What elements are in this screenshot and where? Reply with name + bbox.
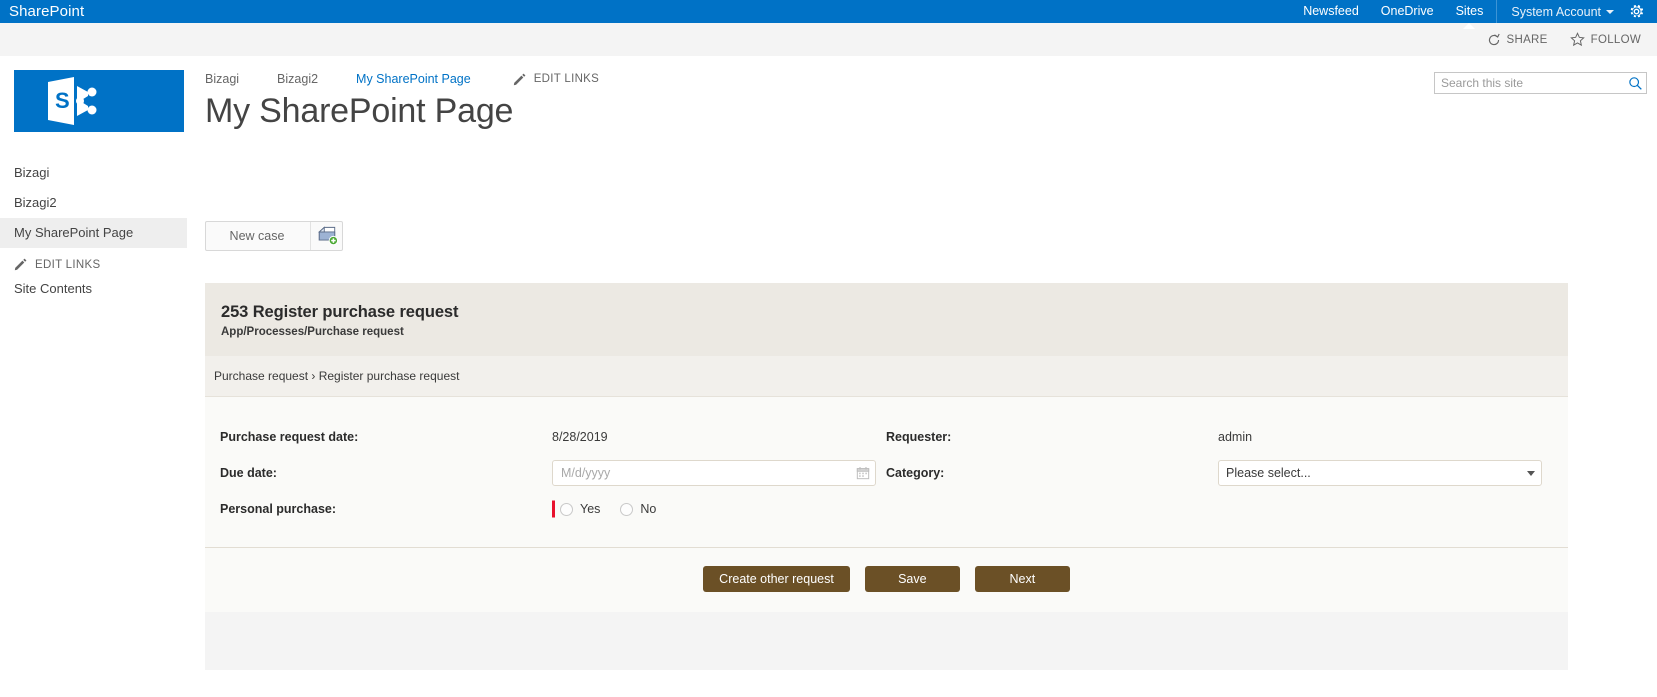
suite-bar-right: Newsfeed OneDrive Sites System Account — [1292, 0, 1657, 23]
gear-icon — [1630, 5, 1644, 18]
left-nav-list: Bizagi Bizagi2 My SharePoint Page — [0, 158, 187, 248]
suite-link-newsfeed[interactable]: Newsfeed — [1292, 0, 1370, 23]
save-button[interactable]: Save — [864, 566, 960, 592]
sidebar-edit-links-label: EDIT LINKS — [35, 258, 101, 271]
left-navigation: S Bizagi Bizagi2 My SharePoint Page EDIT… — [0, 56, 187, 697]
purchase-request-date-value-cell: 8/28/2019 — [552, 430, 885, 444]
form-subtitle: App/Processes/Purchase request — [221, 326, 404, 338]
main-content: Bizagi Bizagi2 My SharePoint Page EDIT L… — [187, 56, 1657, 697]
search-button[interactable] — [1624, 73, 1646, 93]
pencil-icon — [14, 258, 27, 271]
sidebar-item-label: My SharePoint Page — [14, 225, 134, 240]
requester-value: admin — [1218, 430, 1253, 444]
share-button[interactable]: SHARE — [1487, 33, 1548, 47]
requester-label: Requester: — [886, 430, 952, 444]
search-icon — [1628, 76, 1642, 90]
required-field-marker — [552, 500, 555, 518]
due-date-value-cell — [552, 460, 885, 486]
form-actions: Create other request Save Next — [205, 548, 1568, 612]
sidebar-item-site-contents[interactable]: Site Contents — [0, 277, 187, 303]
purchase-request-date-value: 8/28/2019 — [552, 430, 608, 444]
breadcrumb-item-my-sharepoint-page[interactable]: My SharePoint Page — [356, 72, 471, 86]
calendar-icon — [856, 467, 870, 480]
category-select[interactable]: Please select... — [1218, 460, 1542, 486]
page-title: My SharePoint Page — [205, 92, 514, 130]
radio-label: No — [640, 502, 657, 516]
category-select-value: Please select... — [1226, 466, 1311, 480]
form-header: 253 Register purchase request App/Proces… — [205, 283, 1568, 356]
toolbar: New case — [205, 221, 1657, 251]
search-box[interactable] — [1434, 72, 1647, 94]
radio-button-icon[interactable] — [620, 502, 634, 516]
suite-divider — [1496, 0, 1498, 23]
create-other-request-button[interactable]: Create other request — [703, 566, 850, 592]
sidebar-edit-links-button[interactable]: EDIT LINKS — [0, 248, 187, 277]
pencil-icon — [513, 73, 526, 85]
sharepoint-logo[interactable]: S — [14, 70, 184, 132]
follow-label: FOLLOW — [1590, 33, 1641, 46]
due-date-input[interactable] — [559, 462, 853, 484]
breadcrumb-item-bizagi[interactable]: Bizagi — [205, 72, 239, 86]
search-input[interactable] — [1435, 73, 1624, 93]
suite-bar: SharePoint Newsfeed OneDrive Sites Syste… — [0, 0, 1657, 23]
sidebar-item-label: Site Contents — [14, 281, 93, 296]
sidebar-item-bizagi[interactable]: Bizagi — [0, 158, 187, 188]
purchase-request-date-label: Purchase request date: — [220, 430, 359, 444]
sidebar-item-bizagi2[interactable]: Bizagi2 — [0, 188, 187, 218]
star-icon — [1569, 32, 1585, 47]
personal-purchase-option-yes[interactable]: Yes — [560, 502, 600, 516]
personal-purchase-option-no[interactable]: No — [620, 502, 656, 516]
share-icon — [1488, 33, 1500, 45]
category-value-cell: Please select... — [1218, 460, 1551, 486]
requester-value-cell: admin — [1218, 430, 1551, 444]
follow-button[interactable]: FOLLOW — [1569, 32, 1641, 47]
page-footer-area — [205, 612, 1568, 670]
breadcrumb-item-bizagi2[interactable]: Bizagi2 — [277, 72, 318, 86]
personal-purchase-radio-group: Yes No — [552, 500, 676, 518]
form-row-personal-purchase: Personal purchase: Yes No — [219, 491, 1554, 527]
page-body: S Bizagi Bizagi2 My SharePoint Page EDIT… — [0, 56, 1657, 697]
bizagi-form: 253 Register purchase request App/Proces… — [205, 283, 1568, 612]
due-date-label: Due date: — [220, 466, 277, 480]
form-body: Purchase request date: 8/28/2019 Request… — [205, 397, 1568, 548]
radio-label: Yes — [580, 502, 601, 516]
new-document-icon — [317, 226, 338, 246]
form-breadcrumb: Purchase request › Register purchase req… — [205, 356, 1568, 397]
form-row-due-date: Due date: M/d/yyyy Category: Please sele… — [219, 455, 1554, 491]
ribbon-bar: SHARE FOLLOW — [0, 23, 1657, 56]
personal-purchase-label: Personal purchase: — [220, 502, 337, 516]
sidebar-item-my-sharepoint-page[interactable]: My SharePoint Page — [0, 218, 187, 248]
form-title: 253 Register purchase request — [221, 303, 459, 321]
new-case-icon-button[interactable] — [310, 222, 342, 250]
svg-text:S: S — [55, 88, 70, 113]
personal-purchase-value-cell: Yes No — [552, 500, 885, 518]
next-button[interactable]: Next — [974, 566, 1070, 592]
chevron-down-icon — [1527, 470, 1535, 476]
user-name: System Account — [1511, 4, 1601, 19]
category-label: Category: — [886, 466, 945, 480]
chevron-down-icon — [1606, 10, 1614, 15]
topnav-edit-links-button[interactable]: EDIT LINKS — [513, 73, 599, 86]
sidebar-item-label: Bizagi2 — [14, 195, 57, 210]
user-menu[interactable]: System Account — [1499, 5, 1622, 19]
radio-button-icon[interactable] — [560, 502, 573, 516]
sharepoint-logo-icon: S — [48, 77, 97, 125]
due-date-field[interactable] — [552, 460, 876, 486]
new-case-label: New case — [229, 229, 285, 243]
sharepoint-brand[interactable]: SharePoint — [9, 3, 84, 20]
form-row-purchase-date: Purchase request date: 8/28/2019 Request… — [219, 419, 1554, 455]
share-label: SHARE — [1506, 33, 1548, 46]
settings-button[interactable] — [1622, 3, 1657, 20]
new-case-button[interactable]: New case — [205, 221, 343, 251]
suite-link-sites[interactable]: Sites — [1445, 0, 1495, 23]
sidebar-item-label: Bizagi — [14, 165, 50, 180]
topnav-edit-links-label: EDIT LINKS — [533, 73, 600, 85]
due-date-calendar-button[interactable] — [853, 463, 873, 483]
suite-link-onedrive[interactable]: OneDrive — [1370, 0, 1445, 23]
